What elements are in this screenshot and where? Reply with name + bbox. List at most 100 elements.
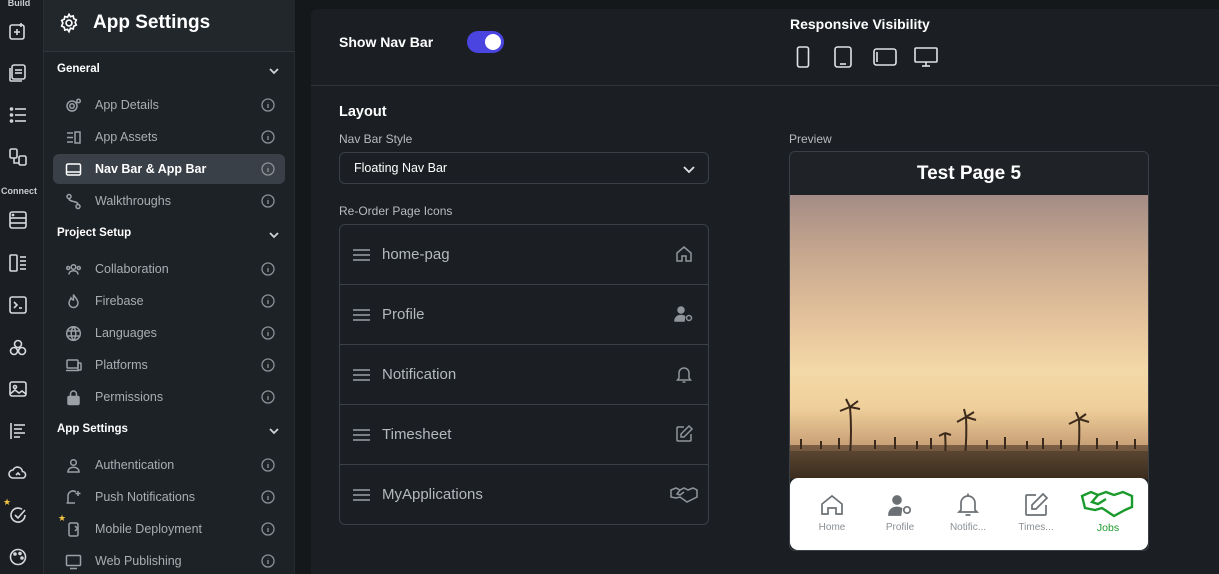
phone-visibility-icon[interactable] [790, 45, 816, 69]
preview-ground [790, 451, 1148, 479]
sidebar-item-label: Walkthroughs [95, 194, 171, 208]
schema-icon[interactable] [7, 252, 29, 274]
drag-handle-icon[interactable] [353, 488, 370, 501]
page-name: Profile [382, 306, 425, 323]
sidebar-item-authentication[interactable]: Authentication [53, 450, 285, 480]
sidebar-item-label: Languages [95, 326, 157, 340]
nav-visibility-bar: Show Nav Bar Responsive Visibility [311, 9, 1219, 86]
handshake-icon [1080, 490, 1134, 518]
rail-build-label: Build [7, 0, 31, 8]
api-icon[interactable] [7, 294, 29, 316]
sidebar-item-firebase[interactable]: Firebase [53, 286, 285, 316]
settings-sidebar: App Settings General App Details App Ass… [44, 0, 295, 574]
page-name: Notification [382, 366, 457, 383]
sidebar-item-push-notifications[interactable]: Push Notifications [53, 482, 285, 512]
chevron-down-icon[interactable] [268, 424, 280, 436]
sidebar-item-collaboration[interactable]: Collaboration [53, 254, 285, 284]
info-icon[interactable] [261, 458, 275, 472]
sidebar-item-walkthroughs[interactable]: Walkthroughs [53, 186, 285, 216]
media-icon[interactable] [7, 378, 29, 400]
list-item[interactable]: MyApplications [340, 465, 708, 525]
main-panel: Show Nav Bar Responsive Visibility Layou… [311, 9, 1219, 574]
info-icon[interactable] [261, 522, 275, 536]
sidebar-item-label: Mobile Deployment [95, 522, 202, 536]
chevron-down-icon[interactable] [268, 64, 280, 76]
list-item[interactable]: Timesheet [340, 405, 708, 465]
sidebar-item-label: Push Notifications [95, 490, 196, 504]
info-icon[interactable] [261, 98, 275, 112]
drag-handle-icon[interactable] [353, 368, 370, 381]
assets-icon [65, 129, 82, 146]
chevron-down-icon[interactable] [268, 228, 280, 240]
handshake-icon [670, 484, 698, 504]
list-icon[interactable] [7, 104, 29, 126]
sidebar-item-app-details[interactable]: App Details [53, 90, 285, 120]
add-widget-icon[interactable] [7, 21, 29, 43]
info-icon[interactable] [261, 326, 275, 340]
sidebar-item-label: Firebase [95, 294, 144, 308]
app-root: Build Connect ★ App Settings General App… [0, 0, 1219, 574]
info-icon[interactable] [261, 390, 275, 404]
drag-handle-icon[interactable] [353, 248, 370, 261]
nav-item-home[interactable]: Home [802, 492, 862, 533]
page-name: MyApplications [382, 486, 483, 503]
show-nav-bar-toggle[interactable] [467, 31, 504, 53]
integrations-icon[interactable] [7, 337, 29, 359]
phone-preview: Test Page 5 Home Profile Notific... Time… [789, 151, 1149, 551]
sidebar-item-mobile-deployment[interactable]: Mobile Deployment [53, 514, 285, 544]
toggle-knob [485, 34, 501, 50]
drag-handle-icon[interactable] [353, 428, 370, 441]
nav-item-profile[interactable]: Profile [870, 492, 930, 533]
nav-bar-style-select[interactable]: Floating Nav Bar [339, 152, 709, 184]
info-icon[interactable] [261, 194, 275, 208]
rail-connect-label: Connect [1, 186, 37, 196]
sidebar-item-label: Web Publishing [95, 554, 182, 568]
sidebar-item-app-assets[interactable]: App Assets [53, 122, 285, 152]
sidebar-item-nav-bar-app-bar[interactable]: Nav Bar & App Bar [53, 154, 285, 184]
pages-icon[interactable] [7, 62, 29, 84]
tablet-landscape-visibility-icon[interactable] [872, 45, 898, 69]
components-icon[interactable] [7, 146, 29, 168]
gear-icon [60, 12, 78, 34]
desktop-visibility-icon[interactable] [913, 45, 939, 69]
section-app-settings-label[interactable]: App Settings [57, 423, 128, 435]
list-item[interactable]: Notification [340, 345, 708, 405]
sidebar-item-web-publishing[interactable]: Web Publishing [53, 546, 285, 574]
section-general-label[interactable]: General [57, 63, 100, 75]
sidebar-item-languages[interactable]: Languages [53, 318, 285, 348]
info-icon[interactable] [261, 294, 275, 308]
nav-item-timesheet[interactable]: Times... [1006, 492, 1066, 533]
cloud-icon[interactable] [7, 462, 29, 484]
database-icon[interactable] [7, 209, 29, 231]
globe-icon [65, 325, 82, 342]
sidebar-item-permissions[interactable]: Permissions [53, 382, 285, 412]
nav-item-jobs[interactable]: Jobs [1078, 486, 1138, 534]
drag-handle-icon[interactable] [353, 308, 370, 321]
theme-palette-icon[interactable] [7, 546, 29, 568]
monitor-icon [65, 553, 82, 570]
mobile-deploy-icon [65, 521, 82, 538]
list-item[interactable]: home-pag [340, 225, 708, 285]
layout-section-title: Layout [339, 104, 387, 120]
edit-icon [674, 424, 694, 444]
info-icon[interactable] [261, 554, 275, 568]
person-icon [65, 457, 82, 474]
info-icon[interactable] [261, 490, 275, 504]
gear-cluster-icon [65, 97, 82, 114]
list-item[interactable]: Profile [340, 285, 708, 345]
sidebar-item-label: Platforms [95, 358, 148, 372]
test-check-icon[interactable] [7, 504, 29, 526]
info-icon[interactable] [261, 162, 275, 176]
info-icon[interactable] [261, 358, 275, 372]
sidebar-item-label: Collaboration [95, 262, 169, 276]
navbar-icon [65, 161, 82, 178]
tablet-visibility-icon[interactable] [830, 45, 856, 69]
sidebar-item-platforms[interactable]: Platforms [53, 350, 285, 380]
flame-icon [65, 293, 82, 310]
preview-page-title: Test Page 5 [790, 152, 1148, 195]
section-project-setup-label[interactable]: Project Setup [57, 227, 131, 239]
info-icon[interactable] [261, 130, 275, 144]
outline-icon[interactable] [7, 420, 29, 442]
info-icon[interactable] [261, 262, 275, 276]
nav-item-notification[interactable]: Notific... [938, 492, 998, 533]
